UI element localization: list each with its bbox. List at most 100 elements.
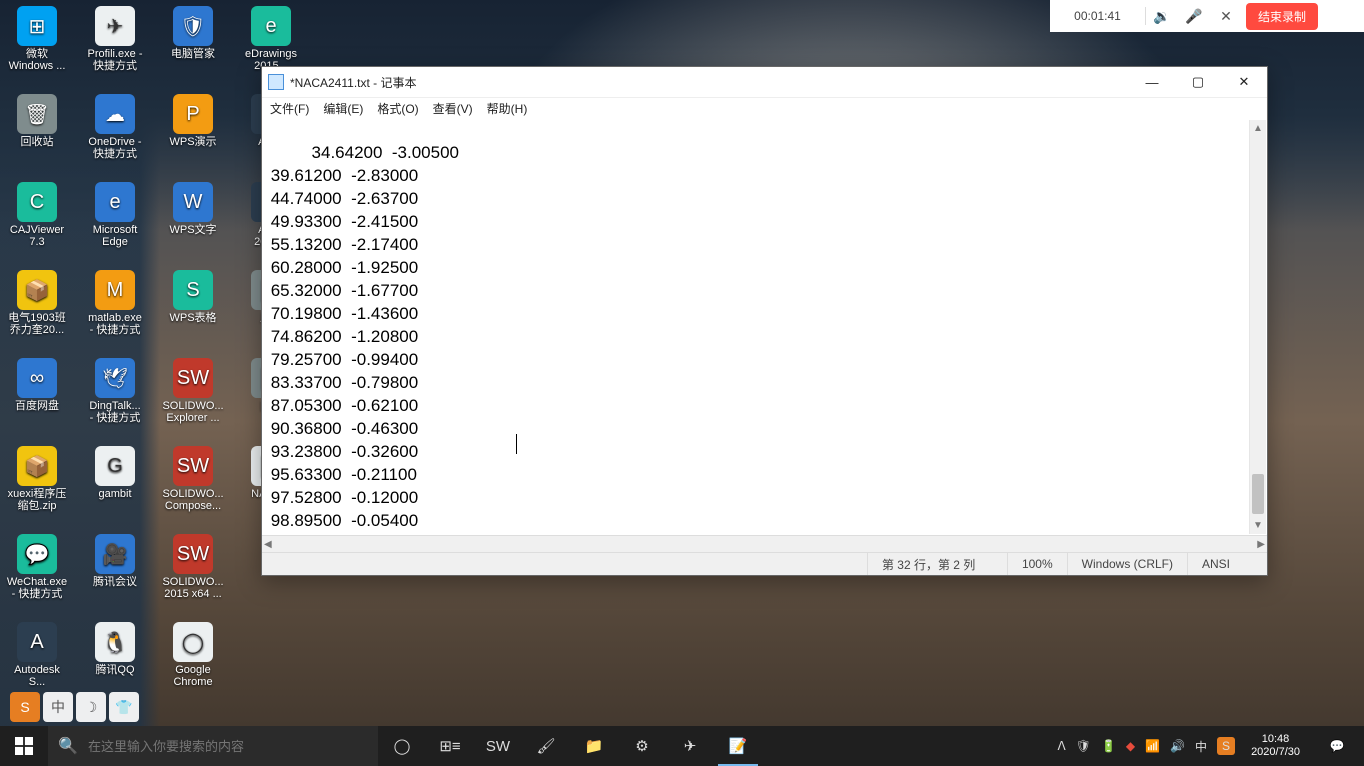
desktop-icon[interactable]: ☁OneDrive -快捷方式: [78, 90, 152, 174]
app-icon: M: [95, 270, 135, 310]
menu-item[interactable]: 帮助(H): [487, 100, 528, 117]
recorder-close-icon[interactable]: ✕: [1210, 8, 1242, 25]
desktop-icon[interactable]: SWPS表格: [156, 266, 230, 350]
notepad-window: *NACA2411.txt - 记事本 — ▢ ✕ 文件(F) 编辑(E) 格式(O…: [261, 66, 1268, 576]
taskbar-search[interactable]: 🔍: [48, 726, 378, 766]
screen-recorder-bar: 00:01:41 🔉 🎤 ✕ 结束录制: [1050, 0, 1364, 32]
desktop-icon[interactable]: 📦电气1903班乔力奎20...: [0, 266, 74, 350]
app-icon: G: [95, 446, 135, 486]
desktop-icon[interactable]: ◯GoogleChrome: [156, 618, 230, 702]
desktop-icon-label: WPS演示: [156, 136, 230, 148]
close-button[interactable]: ✕: [1221, 67, 1267, 97]
desktop-icon-label: 电气1903班乔力奎20...: [0, 312, 74, 336]
tray-ime-icon[interactable]: 中: [1195, 738, 1207, 755]
taskbar-app-button[interactable]: 🖌: [522, 726, 570, 766]
tray-app-icon[interactable]: ◆: [1126, 739, 1135, 753]
menu-item[interactable]: 编辑(E): [323, 100, 363, 117]
desktop-icon[interactable]: ✈Profili.exe -快捷方式: [78, 2, 152, 86]
taskbar-app-button[interactable]: 📁: [570, 726, 618, 766]
mic-icon[interactable]: 🎤: [1178, 8, 1210, 25]
taskbar-app-button[interactable]: ◯: [378, 726, 426, 766]
desktop-icon[interactable]: AAutodeskS...: [0, 618, 74, 702]
app-icon: e: [95, 182, 135, 222]
taskbar-app-button[interactable]: ✈: [666, 726, 714, 766]
desktop-icon-label: xuexi程序压缩包.zip: [0, 488, 74, 512]
app-icon: P: [173, 94, 213, 134]
desktop-icon-label: AutodeskS...: [0, 664, 74, 688]
desktop-icon-label: 百度网盘: [0, 400, 74, 412]
ime-widgets: S中☽👕: [10, 692, 139, 722]
menu-item[interactable]: 查看(V): [433, 100, 473, 117]
desktop-icon[interactable]: CCAJViewer7.3: [0, 178, 74, 262]
menu-item[interactable]: 文件(F): [270, 100, 309, 117]
taskbar-app-button[interactable]: SW: [474, 726, 522, 766]
maximize-button[interactable]: ▢: [1175, 67, 1221, 97]
desktop-icon[interactable]: SWSOLIDWO...Explorer ...: [156, 354, 230, 438]
notepad-app-icon: [268, 74, 284, 90]
taskbar-clock[interactable]: 10:48 2020/7/30: [1245, 733, 1306, 759]
scroll-up-icon[interactable]: ▲: [1250, 120, 1266, 137]
minimize-button[interactable]: —: [1129, 67, 1175, 97]
tray-security-icon[interactable]: 🛡: [1076, 739, 1091, 753]
app-icon: SW: [173, 358, 213, 398]
app-icon: ✈: [95, 6, 135, 46]
ime-widget[interactable]: 👕: [109, 692, 139, 722]
tray-overflow-icon[interactable]: ᐱ: [1057, 739, 1065, 753]
desktop-icon[interactable]: WWPS文字: [156, 178, 230, 262]
app-icon: ◯: [173, 622, 213, 662]
desktop-icon[interactable]: Ggambit: [78, 442, 152, 526]
clock-time: 10:48: [1251, 733, 1300, 746]
notepad-statusbar: 第 32 行，第 2 列 100% Windows (CRLF) ANSI: [262, 552, 1267, 575]
horizontal-scrollbar[interactable]: ◀▶: [262, 535, 1267, 552]
ime-widget[interactable]: 中: [43, 692, 73, 722]
app-icon: ∞: [17, 358, 57, 398]
action-center-icon[interactable]: 💬: [1316, 739, 1358, 753]
tray-network-icon[interactable]: 📶: [1145, 739, 1160, 753]
text-caret: [516, 434, 517, 454]
desktop-icon[interactable]: ∞ 百度网盘: [0, 354, 74, 438]
volume-icon[interactable]: 🔉: [1146, 8, 1178, 25]
tray-volume-icon[interactable]: 🔊: [1170, 739, 1185, 753]
notepad-content: 34.64200 -3.00500 39.61200 -2.83000 44.7…: [266, 143, 493, 535]
notepad-titlebar[interactable]: *NACA2411.txt - 记事本 — ▢ ✕: [262, 67, 1267, 97]
stop-record-button[interactable]: 结束录制: [1246, 3, 1318, 30]
search-input[interactable]: [88, 739, 378, 754]
desktop-icon[interactable]: SWSOLIDWO...2015 x64 ...: [156, 530, 230, 614]
app-icon: 🕊: [95, 358, 135, 398]
desktop-icon[interactable]: SWSOLIDWO...Compose...: [156, 442, 230, 526]
desktop-icon[interactable]: P WPS演示: [156, 90, 230, 174]
desktop-icon[interactable]: Mmatlab.exe- 快捷方式: [78, 266, 152, 350]
app-icon: e: [251, 6, 291, 46]
desktop-icon-label: GoogleChrome: [156, 664, 230, 688]
notepad-textarea[interactable]: 34.64200 -3.00500 39.61200 -2.83000 44.7…: [262, 119, 1267, 535]
tray-battery-icon[interactable]: 🔋: [1101, 739, 1116, 753]
taskbar-app-button[interactable]: 📝: [714, 726, 762, 766]
scroll-down-icon[interactable]: ▼: [1250, 517, 1266, 534]
tray-sogou-icon[interactable]: S: [1217, 737, 1235, 755]
start-button[interactable]: [0, 726, 48, 766]
status-eol: Windows (CRLF): [1067, 553, 1187, 575]
ime-widget[interactable]: S: [10, 692, 40, 722]
menu-item[interactable]: 格式(O): [377, 100, 418, 117]
taskbar-app-button[interactable]: ⚙: [618, 726, 666, 766]
desktop-icon-label: WPS文字: [156, 224, 230, 236]
desktop-icon-label: 电脑管家: [156, 48, 230, 60]
desktop-icon[interactable]: 🛡电脑管家: [156, 2, 230, 86]
desktop-icon[interactable]: 🗑回收站: [0, 90, 74, 174]
desktop-icon[interactable]: 💬WeChat.exe- 快捷方式: [0, 530, 74, 614]
desktop-icon-label: WeChat.exe- 快捷方式: [0, 576, 74, 600]
desktop-icon-label: SOLIDWO...Compose...: [156, 488, 230, 512]
vertical-scrollbar[interactable]: ▲ ▼: [1249, 120, 1266, 534]
taskbar-app-button[interactable]: ⊞≡: [426, 726, 474, 766]
desktop-icon-label: OneDrive -快捷方式: [78, 136, 152, 160]
desktop-icon[interactable]: 📦xuexi程序压缩包.zip: [0, 442, 74, 526]
ime-widget[interactable]: ☽: [76, 692, 106, 722]
scroll-thumb[interactable]: [1252, 474, 1264, 514]
desktop-icon[interactable]: 🐧腾讯QQ: [78, 618, 152, 702]
desktop-icon[interactable]: eMicrosoftEdge: [78, 178, 152, 262]
desktop-icon-label: gambit: [78, 488, 152, 500]
desktop-icon[interactable]: 🎥腾讯会议: [78, 530, 152, 614]
desktop-icon[interactable]: 🕊DingTalk...- 快捷方式: [78, 354, 152, 438]
system-tray: ᐱ 🛡 🔋 ◆ 📶 🔊 中 S 10:48 2020/7/30 💬: [1051, 733, 1364, 759]
desktop-icon[interactable]: ⊞微软Windows ...: [0, 2, 74, 86]
